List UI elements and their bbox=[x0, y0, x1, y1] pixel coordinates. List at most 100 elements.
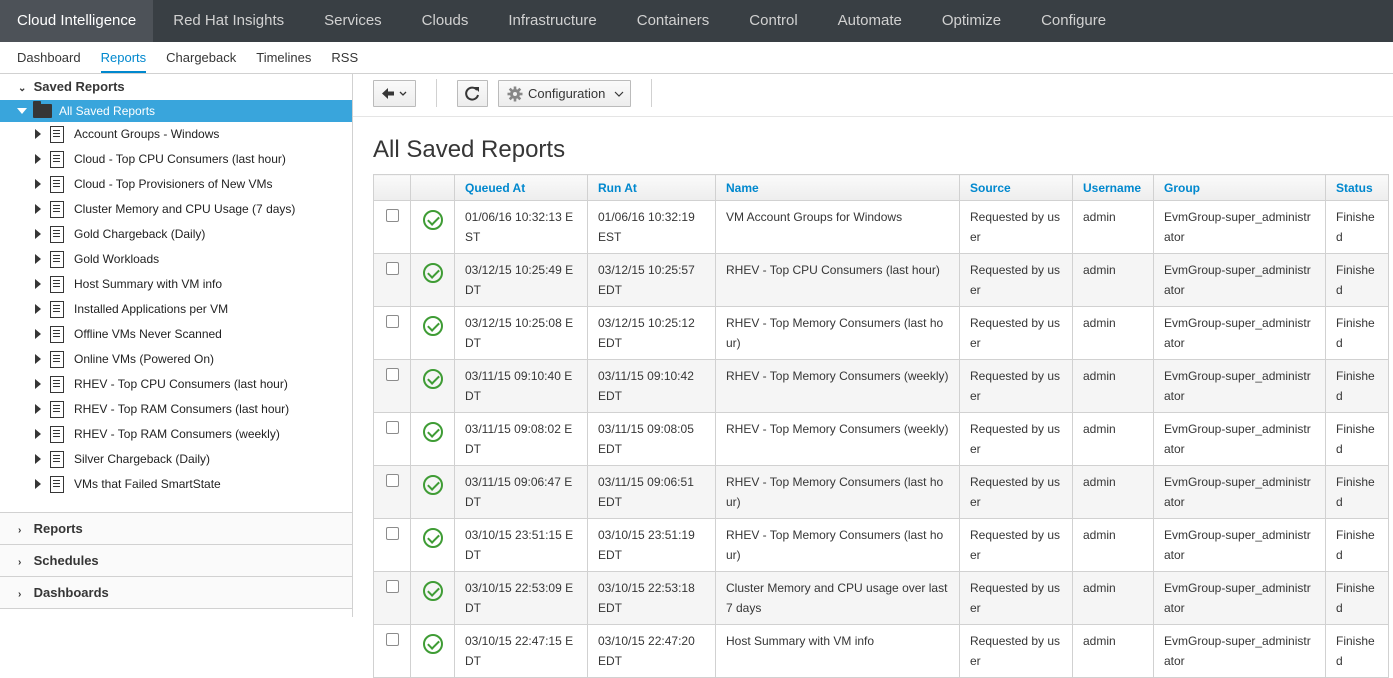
row-checkbox[interactable] bbox=[385, 315, 399, 328]
cell-status: Finished bbox=[1325, 359, 1389, 413]
cell-run-at: 01/06/16 10:32:19 EST bbox=[587, 200, 716, 254]
cell-name: RHEV - Top CPU Consumers (last hour) bbox=[715, 253, 960, 307]
tree-node-label: Gold Chargeback (Daily) bbox=[74, 227, 206, 241]
subnav-item-chargeback[interactable]: Chargeback bbox=[166, 42, 236, 73]
topnav-item-configure[interactable]: Configure bbox=[1021, 0, 1126, 42]
subnav-item-dashboard[interactable]: Dashboard bbox=[17, 42, 81, 73]
header-status[interactable]: Status bbox=[1325, 174, 1389, 201]
table-row[interactable]: 03/12/15 10:25:08 EDT 03/12/15 10:25:12 E… bbox=[373, 306, 1389, 360]
expand-right-icon[interactable] bbox=[35, 454, 41, 464]
accordion-schedules-label: Schedules bbox=[33, 553, 99, 568]
row-checkbox[interactable] bbox=[385, 262, 399, 275]
topnav-item-containers[interactable]: Containers bbox=[617, 0, 730, 42]
reload-button[interactable] bbox=[457, 80, 488, 107]
accordion-saved-reports[interactable]: ⌄ Saved Reports bbox=[0, 74, 352, 100]
cell-queued-at: 03/12/15 10:25:49 EDT bbox=[454, 253, 588, 307]
tree-node[interactable]: Cluster Memory and CPU Usage (7 days) bbox=[0, 197, 352, 222]
tree-node[interactable]: Host Summary with VM info bbox=[0, 272, 352, 297]
expand-right-icon[interactable] bbox=[35, 129, 41, 139]
tree-node[interactable]: Gold Chargeback (Daily) bbox=[0, 222, 352, 247]
expand-right-icon[interactable] bbox=[35, 204, 41, 214]
cell-username: admin bbox=[1072, 200, 1154, 254]
row-checkbox[interactable] bbox=[385, 368, 399, 381]
row-checkbox[interactable] bbox=[385, 209, 399, 222]
saved-reports-table: Queued At Run At Name Source Username Gr… bbox=[373, 174, 1389, 678]
expand-right-icon[interactable] bbox=[35, 479, 41, 489]
expand-right-icon[interactable] bbox=[35, 329, 41, 339]
tree-node[interactable]: Online VMs (Powered On) bbox=[0, 347, 352, 372]
tree-node[interactable]: Cloud - Top Provisioners of New VMs bbox=[0, 172, 352, 197]
topnav-item-automate[interactable]: Automate bbox=[818, 0, 922, 42]
expand-right-icon[interactable] bbox=[35, 354, 41, 364]
cell-queued-at: 03/11/15 09:08:02 EDT bbox=[454, 412, 588, 466]
tree-node[interactable]: RHEV - Top RAM Consumers (weekly) bbox=[0, 422, 352, 447]
topnav-item-infrastructure[interactable]: Infrastructure bbox=[488, 0, 616, 42]
cell-run-at: 03/11/15 09:06:51 EDT bbox=[587, 465, 716, 519]
table-row[interactable]: 03/10/15 23:51:15 EDT 03/10/15 23:51:19 E… bbox=[373, 518, 1389, 572]
table-row[interactable]: 03/11/15 09:06:47 EDT 03/11/15 09:06:51 E… bbox=[373, 465, 1389, 519]
tree-node[interactable]: Installed Applications per VM bbox=[0, 297, 352, 322]
cell-source: Requested by user bbox=[959, 465, 1073, 519]
expand-right-icon[interactable] bbox=[35, 304, 41, 314]
subnav-item-rss[interactable]: RSS bbox=[331, 42, 358, 73]
table-row[interactable]: 03/12/15 10:25:49 EDT 03/12/15 10:25:57 E… bbox=[373, 253, 1389, 307]
header-run-at[interactable]: Run At bbox=[587, 174, 716, 201]
chevron-down-icon: ⌄ bbox=[18, 83, 27, 94]
row-checkbox[interactable] bbox=[385, 580, 399, 593]
cell-source: Requested by user bbox=[959, 253, 1073, 307]
row-checkbox[interactable] bbox=[385, 633, 399, 646]
report-document-icon bbox=[50, 201, 64, 218]
header-group[interactable]: Group bbox=[1153, 174, 1326, 201]
topnav-item-clouds[interactable]: Clouds bbox=[402, 0, 489, 42]
topnav-item-services[interactable]: Services bbox=[304, 0, 402, 42]
expand-right-icon[interactable] bbox=[35, 179, 41, 189]
accordion-dashboards[interactable]: › Dashboards bbox=[0, 577, 352, 609]
header-queued-at[interactable]: Queued At bbox=[454, 174, 588, 201]
expand-right-icon[interactable] bbox=[35, 154, 41, 164]
topnav-item-cloud-intelligence[interactable]: Cloud Intelligence bbox=[0, 0, 154, 42]
expand-right-icon[interactable] bbox=[35, 229, 41, 239]
expand-down-icon[interactable] bbox=[17, 108, 27, 114]
accordion-schedules[interactable]: › Schedules bbox=[0, 545, 352, 577]
cell-name: VM Account Groups for Windows bbox=[715, 200, 960, 254]
tree-node[interactable]: RHEV - Top RAM Consumers (last hour) bbox=[0, 397, 352, 422]
report-document-icon bbox=[50, 426, 64, 443]
header-source[interactable]: Source bbox=[959, 174, 1073, 201]
cell-username: admin bbox=[1072, 465, 1154, 519]
subnav-item-reports[interactable]: Reports bbox=[100, 42, 147, 73]
tree-node[interactable]: RHEV - Top CPU Consumers (last hour) bbox=[0, 372, 352, 397]
topnav-item-red-hat-insights[interactable]: Red Hat Insights bbox=[153, 0, 304, 42]
table-row[interactable]: 01/06/16 10:32:13 EST 01/06/16 10:32:19 E… bbox=[373, 200, 1389, 254]
row-checkbox[interactable] bbox=[385, 527, 399, 540]
tree-node[interactable]: VMs that Failed SmartState bbox=[0, 472, 352, 497]
expand-right-icon[interactable] bbox=[35, 429, 41, 439]
back-dropdown-button[interactable] bbox=[373, 80, 416, 107]
expand-right-icon[interactable] bbox=[35, 379, 41, 389]
tree-node[interactable]: Account Groups - Windows bbox=[0, 122, 352, 147]
topnav-item-control[interactable]: Control bbox=[729, 0, 817, 42]
configuration-dropdown-button[interactable]: Configuration bbox=[498, 80, 631, 107]
expand-right-icon[interactable] bbox=[35, 254, 41, 264]
topnav-item-optimize[interactable]: Optimize bbox=[922, 0, 1021, 42]
header-username[interactable]: Username bbox=[1072, 174, 1154, 201]
tree-node[interactable]: Silver Chargeback (Daily) bbox=[0, 447, 352, 472]
accordion-reports[interactable]: › Reports bbox=[0, 513, 352, 545]
row-checkbox[interactable] bbox=[385, 474, 399, 487]
row-checkbox[interactable] bbox=[385, 421, 399, 434]
expand-right-icon[interactable] bbox=[35, 404, 41, 414]
expand-right-icon[interactable] bbox=[35, 279, 41, 289]
cell-status: Finished bbox=[1325, 624, 1389, 678]
tree-node[interactable]: Cloud - Top CPU Consumers (last hour) bbox=[0, 147, 352, 172]
table-row[interactable]: 03/11/15 09:08:02 EDT 03/11/15 09:08:05 E… bbox=[373, 412, 1389, 466]
tree-node[interactable]: Offline VMs Never Scanned bbox=[0, 322, 352, 347]
check-circle-icon bbox=[422, 581, 443, 601]
toolbar-separator bbox=[651, 79, 652, 107]
table-row[interactable]: 03/11/15 09:10:40 EDT 03/11/15 09:10:42 E… bbox=[373, 359, 1389, 413]
table-row[interactable]: 03/10/15 22:47:15 EDT 03/10/15 22:47:20 E… bbox=[373, 624, 1389, 678]
tree-node[interactable]: Gold Workloads bbox=[0, 247, 352, 272]
row-status-icon-cell bbox=[410, 200, 455, 254]
subnav-item-timelines[interactable]: Timelines bbox=[256, 42, 311, 73]
gear-icon bbox=[507, 86, 523, 102]
header-name[interactable]: Name bbox=[715, 174, 960, 201]
tree-root-all-saved-reports[interactable]: All Saved Reports bbox=[0, 100, 352, 122]
